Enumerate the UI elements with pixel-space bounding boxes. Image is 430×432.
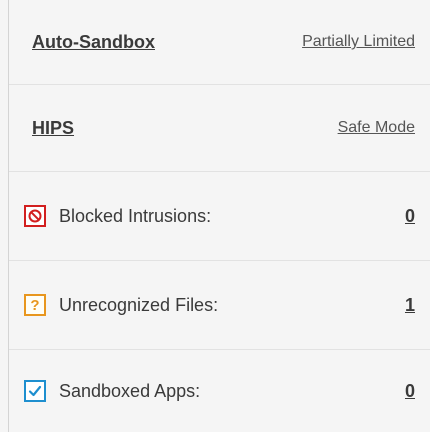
unrecognized-files-row: ? Unrecognized Files: 1 — [9, 261, 430, 350]
checkmark-symbol — [28, 385, 42, 397]
question-icon: ? — [24, 294, 46, 316]
unrecognized-files-count[interactable]: 1 — [405, 295, 415, 316]
hips-link[interactable]: HIPS — [32, 118, 74, 139]
auto-sandbox-status-link[interactable]: Partially Limited — [302, 33, 415, 51]
checkmark-icon — [24, 380, 46, 402]
sandboxed-apps-row: Sandboxed Apps: 0 — [9, 350, 430, 432]
unrecognized-files-label: Unrecognized Files: — [59, 294, 219, 315]
blocked-intrusions-label: Blocked Intrusions: — [59, 205, 212, 226]
blocked-symbol — [28, 209, 42, 223]
auto-sandbox-row: Auto-Sandbox Partially Limited — [9, 0, 430, 85]
hips-status-link[interactable]: Safe Mode — [338, 119, 415, 137]
security-status-panel: Auto-Sandbox Partially Limited HIPS Safe… — [0, 0, 430, 432]
blocked-intrusions-count[interactable]: 0 — [405, 206, 415, 227]
blocked-intrusions-row: Blocked Intrusions: 0 — [9, 172, 430, 261]
blocked-icon — [24, 205, 46, 227]
hips-row: HIPS Safe Mode — [9, 85, 430, 172]
auto-sandbox-link[interactable]: Auto-Sandbox — [32, 32, 155, 53]
sandboxed-apps-count[interactable]: 0 — [405, 381, 415, 402]
sandboxed-apps-label: Sandboxed Apps: — [59, 380, 201, 401]
